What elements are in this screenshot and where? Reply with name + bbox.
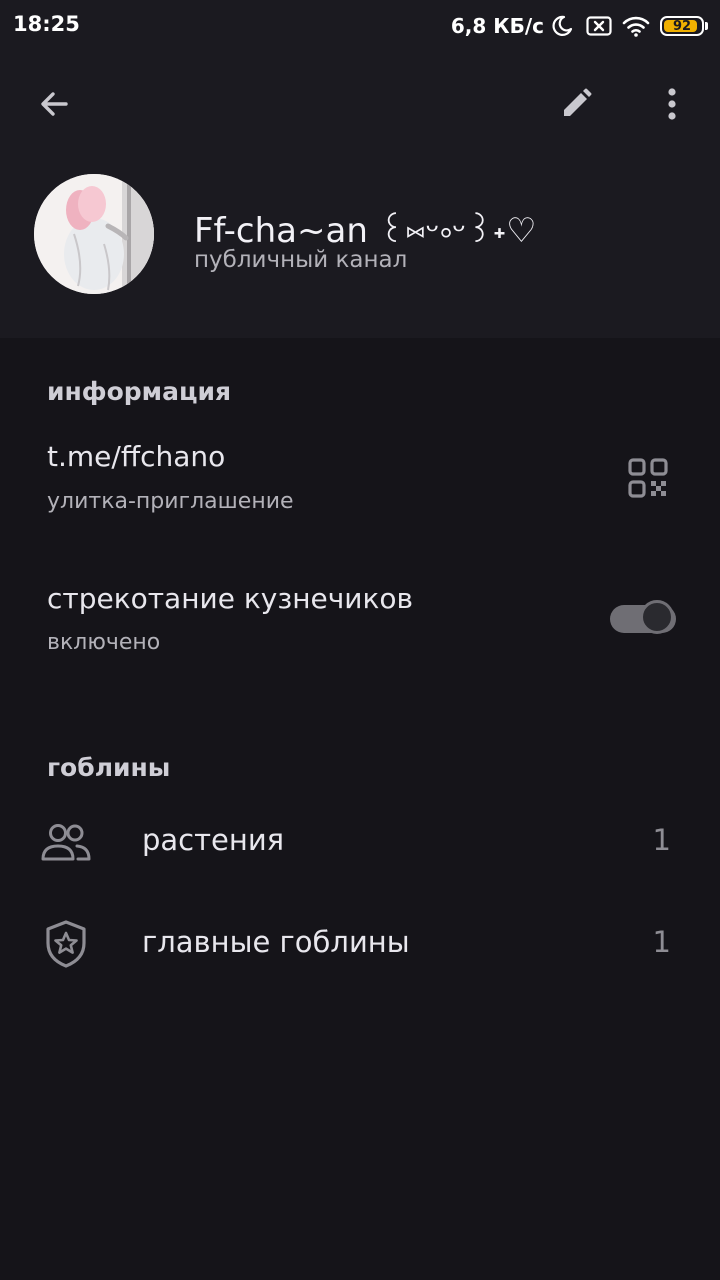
list-item-main-goblins[interactable]: главные гоблины 1 — [0, 898, 720, 988]
pencil-icon — [558, 86, 594, 126]
list-item-label: растения — [142, 823, 285, 857]
wifi-icon — [622, 15, 650, 37]
avatar-image — [34, 174, 154, 294]
edit-button[interactable] — [548, 78, 604, 134]
invite-link-label: улитка-приглашение — [47, 489, 294, 514]
battery-icon: 92 — [660, 16, 704, 36]
list-item-label: главные гоблины — [142, 925, 410, 959]
status-time: 18:25 — [13, 12, 80, 36]
channel-subtitle: публичный канал — [194, 247, 408, 273]
cricket-setting-title[interactable]: стрекотание кузнечиков — [47, 582, 413, 615]
status-icons: 6,8 КБ/с 92 — [451, 10, 708, 42]
battery-level: 92 — [672, 18, 692, 34]
people-icon — [40, 816, 92, 868]
shield-star-icon — [40, 918, 92, 970]
list-item-count: 1 — [652, 925, 671, 959]
list-item-plants[interactable]: растения 1 — [0, 796, 720, 886]
cricket-toggle[interactable] — [610, 599, 678, 639]
invite-link[interactable]: t.me/ffchano — [47, 440, 225, 473]
channel-title: Ff-cha~an ꒰⑅ᵕ༚ᵕ꒱˖♡ — [194, 211, 537, 251]
network-speed: 6,8 КБ/с — [450, 14, 544, 38]
goblins-section-title: гоблины — [47, 753, 171, 782]
battery-cap — [705, 22, 708, 30]
qr-code-icon — [628, 458, 668, 502]
list-item-count: 1 — [652, 823, 671, 857]
toggle-thumb — [640, 600, 674, 634]
cricket-setting-status: включено — [47, 630, 161, 655]
back-button[interactable] — [26, 78, 82, 134]
more-vertical-icon — [666, 86, 678, 126]
more-button[interactable] — [644, 78, 700, 134]
moon-icon — [550, 14, 574, 38]
qr-code-button[interactable] — [622, 454, 674, 506]
info-section-title: информация — [47, 377, 232, 406]
channel-avatar[interactable] — [34, 174, 154, 294]
back-arrow-icon — [36, 86, 72, 126]
channel-header: Ff-cha~an ꒰⑅ᵕ༚ᵕ꒱˖♡ публичный канал — [0, 52, 720, 338]
status-bar: 18:25 6,8 КБ/с 92 — [0, 0, 720, 52]
sim-off-icon — [586, 16, 612, 36]
